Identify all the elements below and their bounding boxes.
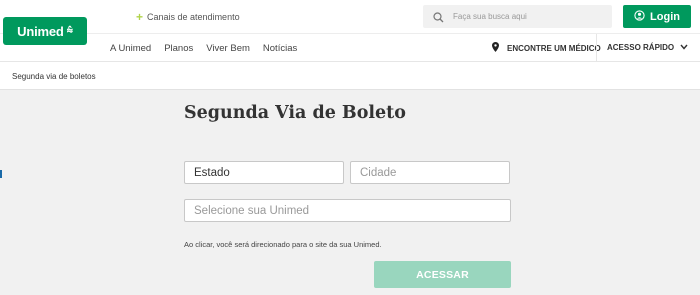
edge-indicator [0,170,2,178]
search-box[interactable] [423,5,612,28]
encontre-medico-link[interactable]: ENCONTRE UM MÉDICO [492,42,601,54]
breadcrumb[interactable]: Segunda via de boletos [12,72,96,81]
header: Unimed ⩯ + Canais de atendimento Login A… [0,0,700,62]
cidade-select[interactable]: Cidade [350,161,510,184]
logo-mark-icon: ⩯ [66,24,73,37]
canais-link[interactable]: + Canais de atendimento [136,9,240,24]
estado-select[interactable]: Estado [184,161,344,184]
acesso-label: ACESSO RÁPIDO [607,43,675,52]
location-pin-icon [492,42,499,54]
plus-icon: + [136,9,144,24]
nav-item-noticias[interactable]: Notícias [263,43,297,54]
header-divider [0,33,700,34]
search-input[interactable] [453,9,603,24]
logo-text: Unimed [17,23,64,39]
acessar-button[interactable]: ACESSAR [374,261,511,288]
user-icon [634,9,645,24]
search-icon [433,10,444,28]
page-title: Segunda Via de Boleto [184,103,406,123]
nav-item-planos[interactable]: Planos [164,43,193,54]
nav-item-viver-bem[interactable]: Viver Bem [206,43,250,54]
top-nav: A Unimed Planos Viver Bem Notícias [110,43,297,54]
unimed-logo[interactable]: Unimed ⩯ [3,17,87,45]
breadcrumb-bar: Segunda via de boletos [0,62,700,90]
unimed-select[interactable]: Selecione sua Unimed [184,199,511,222]
canais-label: Canais de atendimento [147,12,240,22]
login-button[interactable]: Login [623,5,691,28]
acesso-rapido-menu[interactable]: ACESSO RÁPIDO [607,43,688,52]
encontre-label: ENCONTRE UM MÉDICO [507,43,601,53]
login-label: Login [650,10,680,23]
chevron-down-icon [680,43,688,52]
nav-separator [596,34,597,62]
nav-item-a-unimed[interactable]: A Unimed [110,43,151,54]
redirect-note: Ao clicar, você será direcionado para o … [184,240,382,249]
